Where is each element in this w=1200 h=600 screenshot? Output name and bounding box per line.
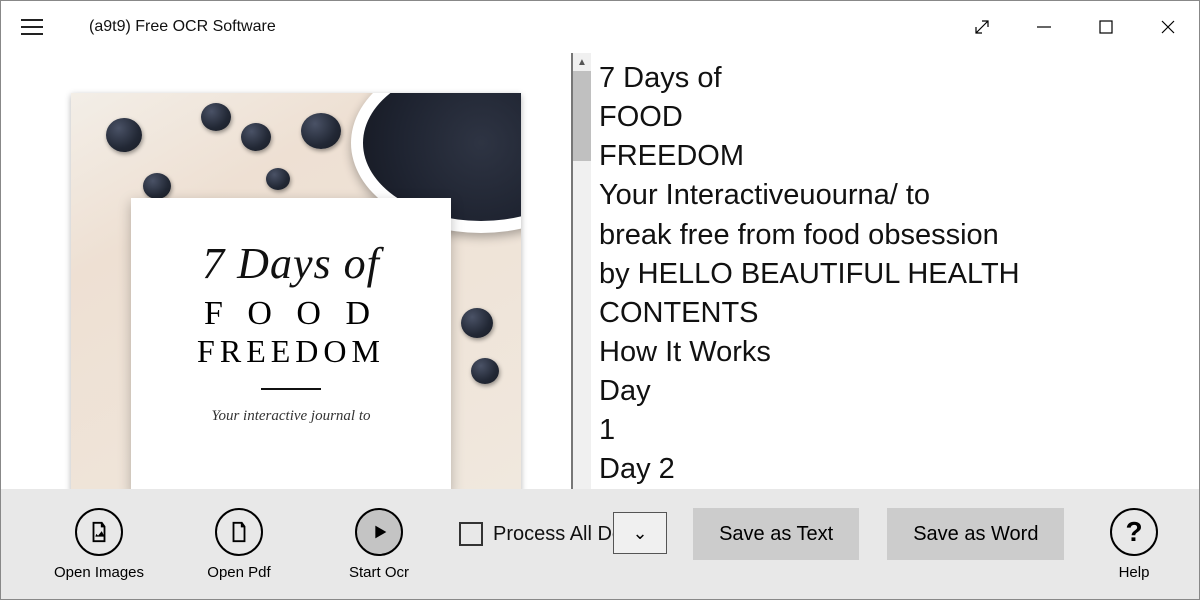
open-pdf-label: Open Pdf bbox=[207, 564, 270, 581]
image-title-line1: 7 Days of bbox=[151, 238, 431, 289]
window-title: (a9t9) Free OCR Software bbox=[89, 18, 276, 36]
chevron-down-icon: ⌄ bbox=[632, 523, 647, 544]
help-button[interactable]: ? Help bbox=[1089, 508, 1179, 581]
image-card: 7 Days of F O O D FREEDOM Your interacti… bbox=[131, 198, 451, 489]
save-as-word-button[interactable]: Save as Word bbox=[887, 508, 1064, 560]
process-all-checkbox[interactable] bbox=[459, 522, 483, 546]
image-subtitle: Your interactive journal to bbox=[151, 408, 431, 425]
save-text-label: Save as Text bbox=[719, 523, 833, 546]
minimize-icon[interactable] bbox=[1013, 1, 1075, 53]
ocr-output-pane[interactable]: 7 Days of FOOD FREEDOM Your Interactiveu… bbox=[591, 53, 1199, 489]
image-preview-pane: 7 Days of F O O D FREEDOM Your interacti… bbox=[1, 53, 571, 489]
open-pdf-button[interactable]: Open Pdf bbox=[169, 508, 309, 581]
open-images-label: Open Images bbox=[54, 564, 144, 581]
expand-icon[interactable] bbox=[951, 1, 1013, 53]
image-title-line3: FREEDOM bbox=[151, 333, 431, 370]
process-all-control: Process All Do bbox=[459, 522, 623, 546]
image-icon bbox=[75, 508, 123, 556]
source-image[interactable]: 7 Days of F O O D FREEDOM Your interacti… bbox=[71, 93, 521, 489]
close-icon[interactable] bbox=[1137, 1, 1199, 53]
start-ocr-button[interactable]: Start Ocr bbox=[309, 508, 449, 581]
content-area: 7 Days of F O O D FREEDOM Your interacti… bbox=[1, 53, 1199, 489]
maximize-icon[interactable] bbox=[1075, 1, 1137, 53]
play-icon bbox=[355, 508, 403, 556]
scrollbar[interactable]: ▲ bbox=[573, 53, 591, 489]
save-word-label: Save as Word bbox=[913, 523, 1038, 546]
open-images-button[interactable]: Open Images bbox=[29, 508, 169, 581]
bottom-toolbar: Open Images Open Pdf Start Ocr Process A… bbox=[1, 489, 1199, 599]
menu-icon[interactable] bbox=[21, 10, 55, 44]
window-controls bbox=[951, 1, 1199, 53]
save-as-text-button[interactable]: Save as Text bbox=[693, 508, 859, 560]
ocr-text[interactable]: 7 Days of FOOD FREEDOM Your Interactiveu… bbox=[599, 59, 1189, 489]
pdf-icon bbox=[215, 508, 263, 556]
help-icon: ? bbox=[1110, 508, 1158, 556]
image-title-line2: F O O D bbox=[151, 295, 431, 333]
format-dropdown[interactable]: ⌄ bbox=[613, 512, 667, 554]
start-ocr-label: Start Ocr bbox=[349, 564, 409, 581]
help-label: Help bbox=[1119, 564, 1150, 581]
process-all-label: Process All Do bbox=[493, 523, 623, 546]
scroll-thumb[interactable] bbox=[573, 71, 591, 161]
scroll-up-icon[interactable]: ▲ bbox=[573, 53, 591, 71]
titlebar: (a9t9) Free OCR Software bbox=[1, 1, 1199, 53]
